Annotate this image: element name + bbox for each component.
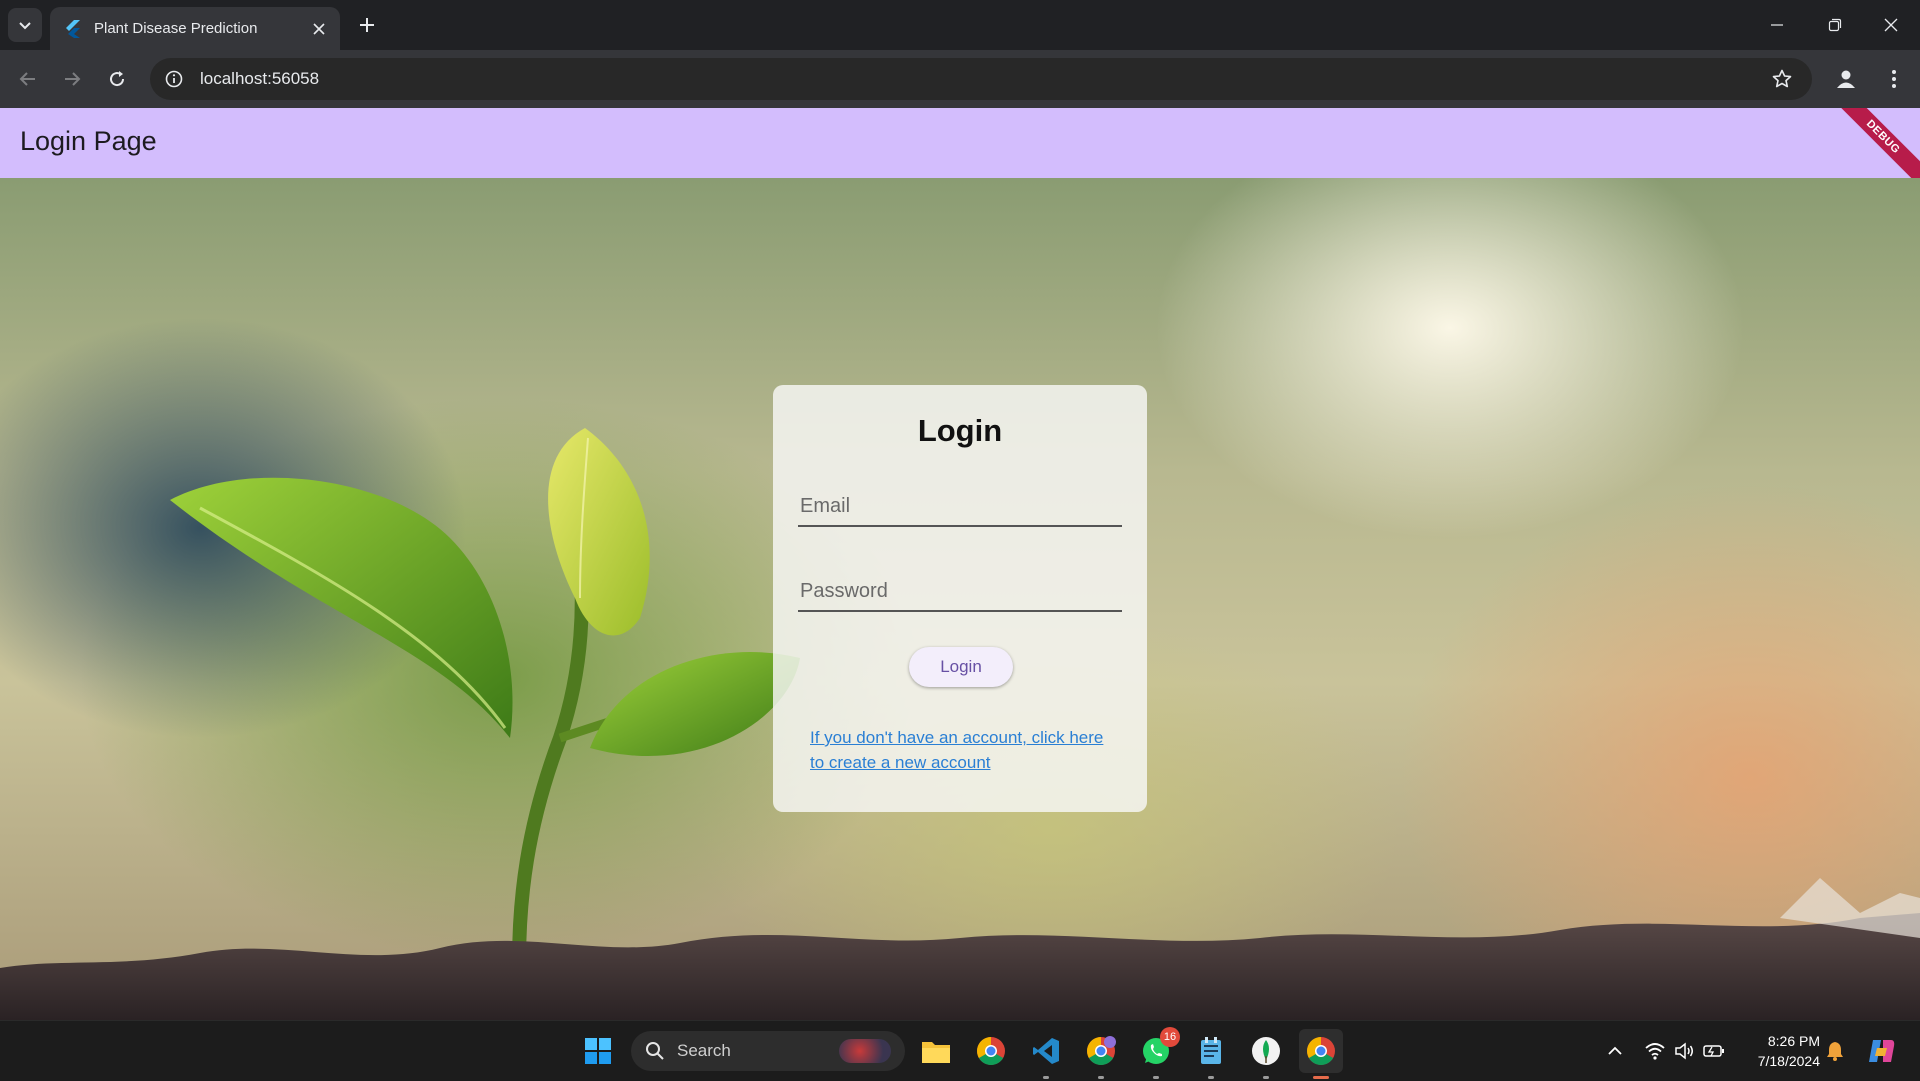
- running-indicator: [1043, 1076, 1049, 1079]
- restore-icon[interactable]: [1806, 0, 1864, 50]
- taskbar-search[interactable]: Search: [631, 1031, 905, 1071]
- browser-tabstrip: Plant Disease Prediction: [0, 0, 1920, 50]
- url-text: localhost:56058: [200, 69, 320, 88]
- reload-icon[interactable]: [101, 63, 133, 95]
- browser-toolbar: localhost:56058: [0, 50, 1920, 108]
- clock-date: 7/18/2024: [1757, 1053, 1820, 1069]
- close-tab-icon[interactable]: [306, 16, 332, 42]
- password-input[interactable]: [798, 579, 1126, 604]
- chevron-up-icon[interactable]: [1603, 1039, 1627, 1063]
- login-button[interactable]: Login: [909, 647, 1013, 687]
- close-window-icon[interactable]: [1862, 0, 1920, 50]
- search-highlight-icon: [839, 1039, 891, 1063]
- search-icon: [646, 1042, 664, 1060]
- info-icon[interactable]: [162, 67, 186, 91]
- tab-title: Plant Disease Prediction: [94, 20, 258, 37]
- running-indicator: [1098, 1076, 1104, 1079]
- file-explorer-icon[interactable]: [914, 1029, 958, 1073]
- clock-time: 8:26 PM: [1767, 1033, 1820, 1049]
- tab-search-button[interactable]: [8, 8, 42, 42]
- background-image: Login Login If you don't have an account…: [0, 178, 1920, 1020]
- chrome-icon[interactable]: [969, 1029, 1013, 1073]
- battery-icon[interactable]: [1702, 1039, 1726, 1063]
- windows-start-icon[interactable]: [576, 1029, 620, 1073]
- page-title: Login Page: [20, 126, 157, 156]
- login-card: Login Login If you don't have an account…: [773, 385, 1147, 812]
- running-indicator: [1263, 1076, 1269, 1079]
- password-field[interactable]: [798, 560, 1126, 612]
- email-input[interactable]: [798, 494, 1126, 519]
- running-indicator: [1208, 1076, 1214, 1079]
- minimize-icon[interactable]: [1748, 0, 1806, 50]
- wifi-icon[interactable]: [1643, 1039, 1667, 1063]
- chrome-profile-icon[interactable]: [1079, 1029, 1123, 1079]
- mongodb-compass-icon[interactable]: [1244, 1029, 1288, 1079]
- email-field[interactable]: [798, 475, 1126, 527]
- taskbar: Search 16 8:26 PM 7/18/2024: [0, 1020, 1920, 1081]
- more-icon[interactable]: [1878, 63, 1910, 95]
- create-account-link[interactable]: If you don't have an account, click here…: [810, 725, 1110, 775]
- volume-icon[interactable]: [1672, 1039, 1696, 1063]
- notification-bell-icon[interactable]: [1823, 1039, 1847, 1063]
- system-clock[interactable]: 8:26 PM 7/18/2024: [1742, 1031, 1820, 1071]
- plus-icon[interactable]: [352, 10, 382, 40]
- browser-tab[interactable]: Plant Disease Prediction: [50, 7, 340, 50]
- debug-banner: DEBUG: [1823, 108, 1920, 178]
- back-icon[interactable]: [12, 63, 44, 95]
- address-bar[interactable]: localhost:56058: [150, 58, 1812, 100]
- login-title: Login: [917, 413, 1003, 448]
- notepad-icon[interactable]: [1189, 1029, 1233, 1079]
- chevron-down-icon: [19, 22, 31, 30]
- flutter-icon: [62, 19, 82, 39]
- whatsapp-icon[interactable]: 16: [1134, 1027, 1180, 1079]
- chrome-active-icon[interactable]: [1299, 1029, 1343, 1079]
- active-indicator: [1313, 1076, 1329, 1079]
- app-bar: Login Page DEBUG: [0, 108, 1920, 178]
- forward-icon[interactable]: [56, 63, 88, 95]
- profile-icon[interactable]: [1830, 63, 1862, 95]
- search-label: Search: [677, 1041, 731, 1060]
- vscode-icon[interactable]: [1024, 1029, 1068, 1079]
- running-indicator: [1153, 1076, 1159, 1079]
- copilot-icon[interactable]: [1866, 1039, 1898, 1063]
- notification-badge: 16: [1160, 1027, 1180, 1047]
- star-icon[interactable]: [1770, 67, 1794, 91]
